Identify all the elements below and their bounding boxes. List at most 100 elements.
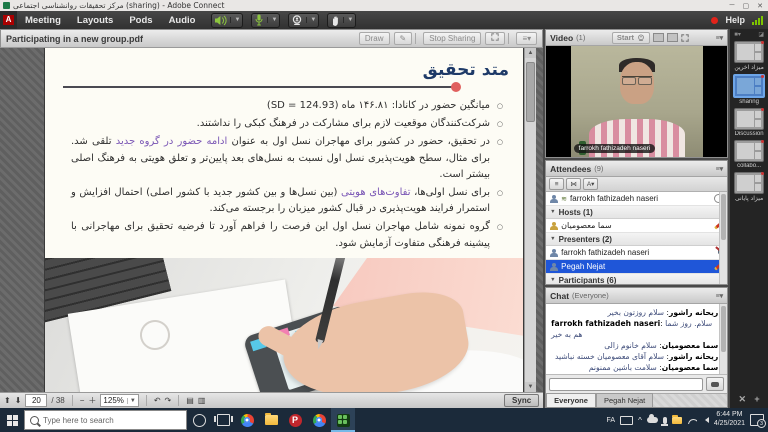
layout-thumb-5[interactable]: میزاد پایانی [734,172,764,202]
scroll-up-icon[interactable]: ▲ [525,48,536,58]
language-indicator[interactable]: FA [607,417,616,424]
page-down-icon[interactable]: ⬇ [15,397,22,405]
start-webcam-button[interactable]: Start [612,32,650,44]
filmstrip-view-icon[interactable] [667,33,678,42]
start-button[interactable] [0,408,24,432]
slide-bullets: میانگین حضور در کانادا: ۱۴۶.۸۱ ماه (SD =… [45,96,523,254]
stop-sharing-button[interactable]: Stop Sharing [423,32,481,45]
fullscreen-icon[interactable] [485,32,505,45]
chevron-down-icon[interactable]: ▼ [550,236,555,242]
tray-expand-icon[interactable]: ^ [638,416,642,425]
add-layout-icon[interactable]: + [754,394,759,405]
page-number-input[interactable] [25,394,47,407]
notification-center-icon[interactable]: 3 [750,414,764,426]
layout-thumb-sharing-selected[interactable]: sharing [733,74,765,105]
send-message-button[interactable] [706,377,724,391]
menu-pods[interactable]: Pods [121,15,160,26]
chrome-button[interactable] [235,408,259,432]
raise-hand-control[interactable]: ▼ [327,13,356,28]
participants-section-header[interactable]: ▼ Participants (6) [546,274,727,284]
attendees-toolbar: ≡ ⋈ A▾ [546,177,727,192]
rotate-left-icon[interactable]: ↶ [154,397,161,405]
microphone-dropdown-icon[interactable]: ▼ [267,17,277,23]
wifi-icon[interactable] [687,416,697,424]
attendees-pod-menu-icon[interactable]: ≡▾ [716,165,724,173]
layouts-menu-icon[interactable]: ■▾ [734,31,741,38]
browser2-button[interactable] [307,408,331,432]
tab-everyone[interactable]: Everyone [546,393,596,407]
onedrive-cloud-icon[interactable] [647,417,658,423]
chat-scrollbar[interactable] [719,304,727,374]
taskbar-search[interactable]: Type here to search [24,410,187,430]
layout-thumb-collaboration[interactable]: collabo... [734,140,764,169]
chevron-down-icon[interactable]: ▼ [550,209,555,215]
tab-pegah-nejat[interactable]: Pegah Nejat [596,393,653,407]
webcam-dropdown-icon[interactable]: ▼ [306,17,316,23]
video-pod-menu-icon[interactable]: ≡▾ [716,34,724,42]
connection-signal-icon[interactable] [752,16,763,25]
cortana-button[interactable] [187,408,211,432]
layout-thumb-discussion[interactable]: Discussion [734,108,764,137]
layout-options-icon[interactable]: ✕ [739,394,747,405]
tray-microphone-icon[interactable] [663,417,667,424]
grid-view-icon[interactable] [653,33,664,42]
zoom-level-select[interactable]: 125%▼ [100,394,138,407]
rotate-right-icon[interactable]: ↷ [165,397,172,405]
layouts-collapse-icon[interactable]: ◪ [758,31,764,38]
video-fullscreen-icon[interactable] [681,34,689,42]
attendees-scrollbar[interactable] [719,192,727,284]
chat-pod-menu-icon[interactable]: ≡▾ [716,292,724,300]
attendee-row-presenter2-selected[interactable]: Pegah Nejat [546,260,727,274]
speaker-dropdown-icon[interactable]: ▼ [230,17,240,23]
fit-width-icon[interactable]: ▥ [198,397,206,405]
attendee-list-view-icon[interactable]: ≡ [549,178,564,190]
active-speaker-row[interactable]: ≋ farrokh fathizadeh naseri [546,192,727,206]
webcam-icon [637,34,645,42]
zoom-in-icon[interactable]: ＋ [88,397,96,405]
task-view-button[interactable] [211,408,235,432]
draw-button[interactable]: Draw [359,32,390,45]
chat-scope: (Everyone) [572,291,609,300]
workspace: Participating in a new group.pdf Draw ✎ … [0,29,768,408]
status-view-icon[interactable]: A▾ [583,178,598,190]
fit-page-icon[interactable]: ▤ [186,397,194,405]
speaker-control[interactable]: ▼ [211,13,243,28]
pointer-pen-button[interactable]: ✎ [394,32,413,45]
minimize-icon[interactable]: ─ [730,2,735,10]
page-up-icon[interactable]: ⬆ [4,397,11,405]
chevron-down-icon[interactable]: ▼ [550,277,555,283]
chat-title: Chat [550,291,569,301]
persepolis-button[interactable]: P [283,408,307,432]
maximize-icon[interactable]: ▢ [743,2,750,10]
adobe-connect-button[interactable] [331,408,355,432]
taskbar-clock[interactable]: 6:44 PM 4/25/2021 [714,411,745,429]
chat-input[interactable] [549,378,703,391]
document-scrollbar[interactable]: ▲ ▼ [524,48,536,392]
sync-button[interactable]: Sync [504,394,539,407]
close-icon[interactable]: ✕ [757,2,763,10]
hosts-section-header[interactable]: ▼ Hosts (1) [546,206,727,219]
microphone-control[interactable]: ▼ [251,13,280,28]
menu-meeting[interactable]: Meeting [17,15,69,26]
connect-menubar: A Meeting Layouts Pods Audio ▼ ▼ ▼ ▼ Hel… [0,11,768,29]
file-explorer-button[interactable] [259,408,283,432]
menu-layouts[interactable]: Layouts [69,15,121,26]
touch-keyboard-icon[interactable] [620,416,633,425]
scroll-down-icon[interactable]: ▼ [525,382,536,392]
webcam-control[interactable]: ▼ [288,13,319,28]
volume-icon[interactable] [702,417,709,423]
speaking-waves-icon: ≋ [561,195,567,203]
layout-thumb-1[interactable]: میزاد آخرین [734,41,764,71]
scrollbar-thumb[interactable] [526,62,535,122]
menu-audio[interactable]: Audio [161,15,204,26]
tray-folder-icon[interactable] [672,417,682,424]
presenters-section-header[interactable]: ▼ Presenters (2) [546,233,727,246]
attendee-row-presenter1[interactable]: farrokh fathizadeh naseri [546,246,727,260]
breakout-view-icon[interactable]: ⋈ [566,178,581,190]
share-pod-menu-icon[interactable]: ≡▾ [516,32,537,45]
help-menu[interactable]: Help [725,15,745,25]
attendee-row-host[interactable]: سما معصومیان [546,219,727,233]
zoom-out-icon[interactable]: − [80,397,85,405]
raise-hand-dropdown-icon[interactable]: ▼ [343,17,353,23]
video-pod-title: Video [550,33,573,43]
